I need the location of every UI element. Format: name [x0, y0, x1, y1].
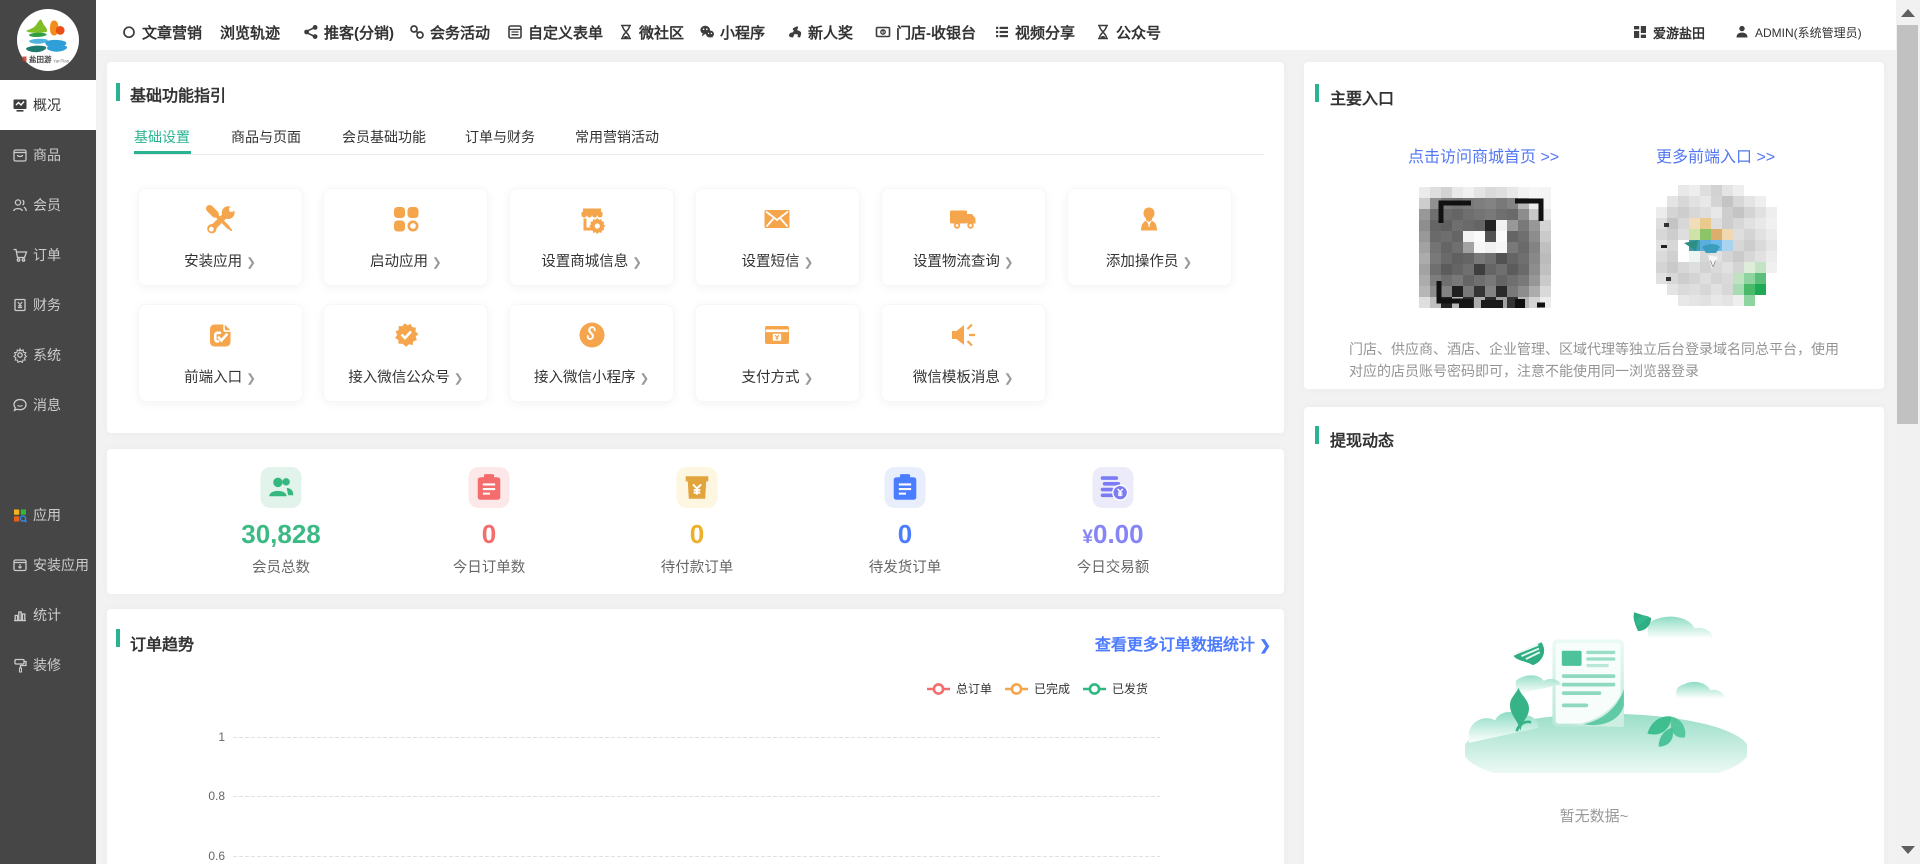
- svg-text:V: V: [1710, 259, 1716, 269]
- svg-text:YanTian: YanTian: [53, 59, 70, 64]
- svg-text:盐田游: 盐田游: [29, 54, 52, 64]
